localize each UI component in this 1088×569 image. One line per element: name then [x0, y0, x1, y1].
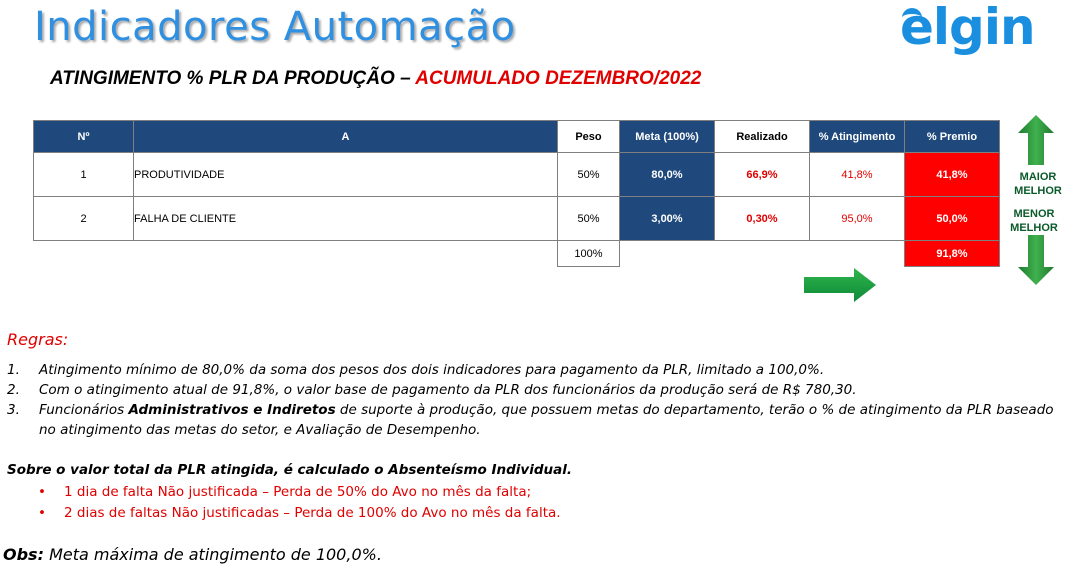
- rule-number: 3.: [7, 402, 20, 418]
- rule-number: 1.: [7, 362, 20, 378]
- cell-meta: 3,00%: [619, 196, 715, 241]
- rule-number: 2.: [7, 382, 20, 398]
- header-a: A: [133, 120, 558, 153]
- total-peso: 100%: [557, 240, 620, 267]
- elgin-logo: elgin: [900, 0, 1036, 56]
- rule-emphasis: Administrativos e Indiretos: [128, 402, 336, 418]
- table-row: 1 PRODUTIVIDADE 50% 80,0% 66,9% 41,8% 41…: [33, 152, 1000, 197]
- obs-text: Meta máxima de atingimento de 100,0%.: [43, 545, 382, 564]
- cell-n: 2: [33, 196, 134, 241]
- cell-atingimento: 95,0%: [809, 196, 905, 241]
- obs-label: Obs:: [3, 545, 44, 564]
- list-item: • 2 dias de faltas Não justificadas – Pe…: [38, 503, 561, 524]
- table-header-row: Nº A Peso Meta (100%) Realizado % Atingi…: [33, 120, 1000, 153]
- cell-a: FALHA DE CLIENTE: [133, 196, 558, 241]
- cell-realizado: 66,9%: [714, 152, 810, 197]
- header-peso: Peso: [557, 120, 620, 153]
- arrow-right-icon: [804, 268, 876, 302]
- rule-item: 3. Funcionários Administrativos e Indire…: [7, 402, 1054, 438]
- report-subtitle: ATINGIMENTO % PLR DA PRODUÇÃO – ACUMULAD…: [50, 68, 701, 90]
- header-atingimento: % Atingimento: [809, 120, 905, 153]
- header-premio: % Premio: [904, 120, 1000, 153]
- cell-peso: 50%: [557, 196, 620, 241]
- bullet: •: [38, 505, 46, 521]
- page-title: Indicadores Automação: [34, 4, 516, 50]
- rule-item: 2. Com o atingimento atual de 91,8%, o v…: [7, 382, 857, 398]
- cell-realizado: 0,30%: [714, 196, 810, 241]
- absenteeism-list: • 1 dia de falta Não justificada – Perda…: [38, 482, 561, 524]
- cell-premio: 50,0%: [904, 196, 1000, 241]
- header-n: Nº: [33, 120, 134, 153]
- bullet: •: [38, 484, 46, 500]
- rules-heading: Regras:: [7, 330, 69, 349]
- rule-item: 1. Atingimento mínimo de 80,0% da soma d…: [7, 362, 825, 378]
- cell-atingimento: 41,8%: [809, 152, 905, 197]
- list-item: • 1 dia de falta Não justificada – Perda…: [38, 482, 561, 503]
- header-realizado: Realizado: [714, 120, 810, 153]
- arrow-up-icon: [1018, 115, 1054, 165]
- observation: Obs: Meta máxima de atingimento de 100,0…: [3, 545, 382, 564]
- cell-peso: 50%: [557, 152, 620, 197]
- plr-indicators-table: Nº A Peso Meta (100%) Realizado % Atingi…: [33, 120, 1000, 267]
- arrow-down-icon: [1018, 235, 1054, 285]
- table-total-row: 100% 91,8%: [34, 240, 1000, 267]
- subtitle-main: ATINGIMENTO % PLR DA PRODUÇÃO –: [50, 68, 416, 89]
- header-meta: Meta (100%): [619, 120, 715, 153]
- cell-premio: 41,8%: [904, 152, 1000, 197]
- maior-melhor-label: MAIOR MELHOR: [1014, 171, 1062, 197]
- absenteeism-heading: Sobre o valor total da PLR atingida, é c…: [7, 462, 572, 478]
- menor-melhor-label: MENOR MELHOR: [1010, 208, 1058, 234]
- total-premio: 91,8%: [904, 240, 1000, 267]
- table-row: 2 FALHA DE CLIENTE 50% 3,00% 0,30% 95,0%…: [33, 196, 1000, 241]
- cell-a: PRODUTIVIDADE: [133, 152, 558, 197]
- rules-list: 1. Atingimento mínimo de 80,0% da soma d…: [7, 360, 1067, 440]
- subtitle-period: ACUMULADO DEZEMBRO/2022: [415, 68, 702, 89]
- cell-meta: 80,0%: [619, 152, 715, 197]
- cell-n: 1: [33, 152, 134, 197]
